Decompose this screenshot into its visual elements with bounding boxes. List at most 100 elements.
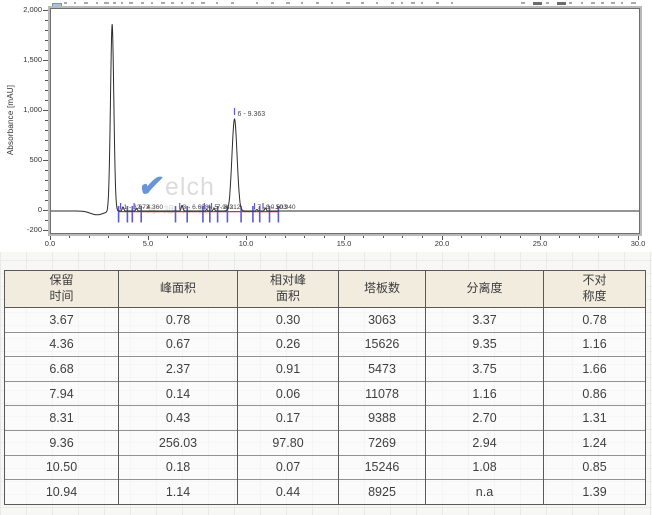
- table-cell: 1.66: [544, 357, 646, 382]
- x-minor-tick: [324, 235, 325, 238]
- table-header-cell: 塔板数: [339, 271, 426, 308]
- y-tick-label: 2,000: [0, 5, 42, 14]
- y-tick-label: 500: [0, 155, 42, 164]
- x-minor-tick: [363, 235, 364, 238]
- clipped-text-fragment: [533, 2, 542, 5]
- chromatogram-panel: Absorbance [mAU] 2,0001,5001,0005000-200…: [0, 0, 652, 252]
- peak-apex-marker: [179, 203, 180, 210]
- peak-apex-marker: [211, 203, 212, 210]
- y-minor-tick: [45, 130, 48, 131]
- x-minor-tick: [579, 235, 580, 238]
- clipped-text-fragment: [546, 2, 549, 4]
- table-cell: 0.06: [238, 381, 339, 406]
- clipped-text-fragment: [121, 2, 123, 4]
- clipped-text-fragment: [113, 2, 116, 4]
- table-cell: 5473: [339, 357, 426, 382]
- table-cell: n.a: [426, 480, 544, 505]
- table-cell: 9388: [339, 406, 426, 431]
- clipped-text-fragment: [316, 2, 319, 4]
- x-minor-tick: [187, 235, 188, 238]
- clipped-text-fragment: [391, 2, 394, 4]
- clipped-text-fragment: [601, 2, 604, 4]
- table-cell: 4.36: [5, 332, 119, 357]
- table-cell: 1.24: [544, 430, 646, 455]
- table-cell: 1.14: [119, 480, 238, 505]
- clipped-text-fragment: [346, 2, 350, 4]
- peak-apex-marker: [120, 203, 121, 210]
- clipped-text-fragment: [569, 2, 572, 4]
- table-header-cell: 相对峰 面积: [238, 271, 339, 308]
- clipped-text-fragment: [141, 2, 144, 4]
- table-cell: 9.35: [426, 332, 544, 357]
- x-minor-tick: [167, 235, 168, 238]
- x-minor-tick: [128, 235, 129, 238]
- clipped-text-fragment: [451, 2, 453, 4]
- table-cell: 9.36: [5, 430, 119, 455]
- table-cell: 0.07: [238, 455, 339, 480]
- table-cell: 0.18: [119, 455, 238, 480]
- clipped-text-fragment: [64, 2, 67, 4]
- table-header-cell: 峰面积: [119, 271, 238, 308]
- clipped-text-fragment: [286, 2, 290, 4]
- y-minor-tick: [45, 140, 48, 141]
- y-tick-label: 0: [0, 205, 42, 214]
- clipped-text-fragment: [611, 2, 615, 4]
- clipped-text-fragment: [104, 2, 109, 4]
- table-cell: 256.03: [119, 430, 238, 455]
- y-major-tick: [43, 60, 48, 61]
- table-cell: 97.80: [238, 430, 339, 455]
- x-tick-label: 30.0: [625, 239, 651, 248]
- y-minor-tick: [45, 170, 48, 171]
- table-cell: 7269: [339, 430, 426, 455]
- y-major-tick: [43, 210, 48, 211]
- y-tick-label: 1,000: [0, 105, 42, 114]
- chromatogram-plot-area: ✔ elch 月旭科技 1 - 3.6732 - 4.3603 - 6.6884…: [50, 8, 640, 234]
- table-cell: 2.37: [119, 357, 238, 382]
- y-minor-tick: [45, 150, 48, 151]
- clipped-text-fragment: [411, 2, 415, 4]
- y-major-tick: [43, 230, 48, 231]
- x-minor-tick: [500, 235, 501, 238]
- clipped-text-fragment: [201, 2, 205, 4]
- clipped-text-fragment: [361, 2, 364, 4]
- clipped-text-fragment: [581, 2, 583, 4]
- clipped-text-fragment: [591, 2, 595, 4]
- table-header-row: 保留 时间峰面积相对峰 面积塔板数分离度不对 称度: [5, 271, 646, 308]
- y-minor-tick: [45, 30, 48, 31]
- x-minor-tick: [89, 235, 90, 238]
- y-minor-tick: [45, 80, 48, 81]
- table-cell: 2.70: [426, 406, 544, 431]
- table-row: 7.940.140.06110781.160.86: [5, 381, 646, 406]
- x-minor-tick: [481, 235, 482, 238]
- y-minor-tick: [45, 70, 48, 71]
- x-minor-tick: [598, 235, 599, 238]
- clipped-text-fragment: [151, 2, 153, 4]
- clipped-text-fragment: [631, 2, 636, 4]
- clipped-text-fragment: [129, 2, 133, 4]
- table-cell: 0.67: [119, 332, 238, 357]
- table-header-cell: 保留 时间: [5, 271, 119, 308]
- clipped-text-fragment: [376, 2, 378, 4]
- y-minor-tick: [45, 200, 48, 201]
- x-tick-label: 15.0: [331, 239, 357, 248]
- clipped-text-fragment: [331, 2, 333, 4]
- y-minor-tick: [45, 220, 48, 221]
- x-minor-tick: [559, 235, 560, 238]
- clipped-text-fragment: [301, 2, 303, 4]
- x-minor-tick: [226, 235, 227, 238]
- chromatogram-trace: 1 - 3.6732 - 4.3603 - 6.6884 - 7.9425 - …: [51, 9, 639, 233]
- clipped-text-fragment: [621, 2, 623, 4]
- x-minor-tick: [520, 235, 521, 238]
- x-minor-tick: [461, 235, 462, 238]
- x-minor-tick: [402, 235, 403, 238]
- y-minor-tick: [45, 100, 48, 101]
- table-cell: 1.39: [544, 480, 646, 505]
- table-cell: 1.08: [426, 455, 544, 480]
- table-cell: 15626: [339, 332, 426, 357]
- peak-label: 3 - 6.688: [183, 204, 209, 211]
- clipped-text-fragment: [216, 2, 218, 4]
- table-cell: 0.78: [119, 308, 238, 333]
- table-cell: 1.16: [544, 332, 646, 357]
- peak-label: 6 - 9.363: [238, 111, 266, 118]
- peak-apex-marker: [254, 203, 255, 210]
